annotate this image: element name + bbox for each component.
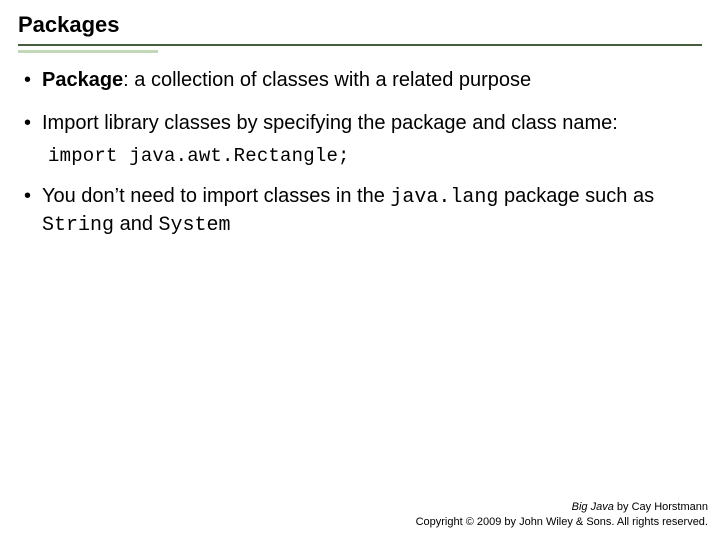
inline-code: java.lang xyxy=(390,186,498,209)
bullet-list-2: You don’t need to import classes in the … xyxy=(18,183,702,239)
bullet-list: Package: a collection of classes with a … xyxy=(18,67,702,137)
bullet-text-part: package such as xyxy=(504,185,654,207)
inline-code: System xyxy=(159,214,231,237)
book-title: Big Java xyxy=(572,501,614,513)
bullet-text: : a collection of classes with a related… xyxy=(123,69,531,91)
footer-line-2: Copyright © 2009 by John Wiley & Sons. A… xyxy=(416,515,708,530)
footer-line-1: Big Java by Cay Horstmann xyxy=(416,500,708,515)
bullet-text-part: You don’t need to import classes in the xyxy=(42,185,390,207)
bullet-item-3: You don’t need to import classes in the … xyxy=(24,183,702,239)
footer: Big Java by Cay Horstmann Copyright © 20… xyxy=(416,500,708,530)
slide: Packages Package: a collection of classe… xyxy=(0,0,720,540)
bullet-item-1: Package: a collection of classes with a … xyxy=(24,67,702,94)
bullet-item-2: Import library classes by specifying the… xyxy=(24,110,702,137)
slide-title: Packages xyxy=(18,12,702,46)
bullet-text: Import library classes by specifying the… xyxy=(42,112,618,134)
code-snippet: import java.awt.Rectangle; xyxy=(48,145,702,167)
title-underline-accent xyxy=(18,50,158,53)
inline-code: String xyxy=(42,214,114,237)
bullet-text-part: and xyxy=(120,213,159,235)
term-label: Package xyxy=(42,69,123,91)
footer-author: by Cay Horstmann xyxy=(614,501,708,513)
